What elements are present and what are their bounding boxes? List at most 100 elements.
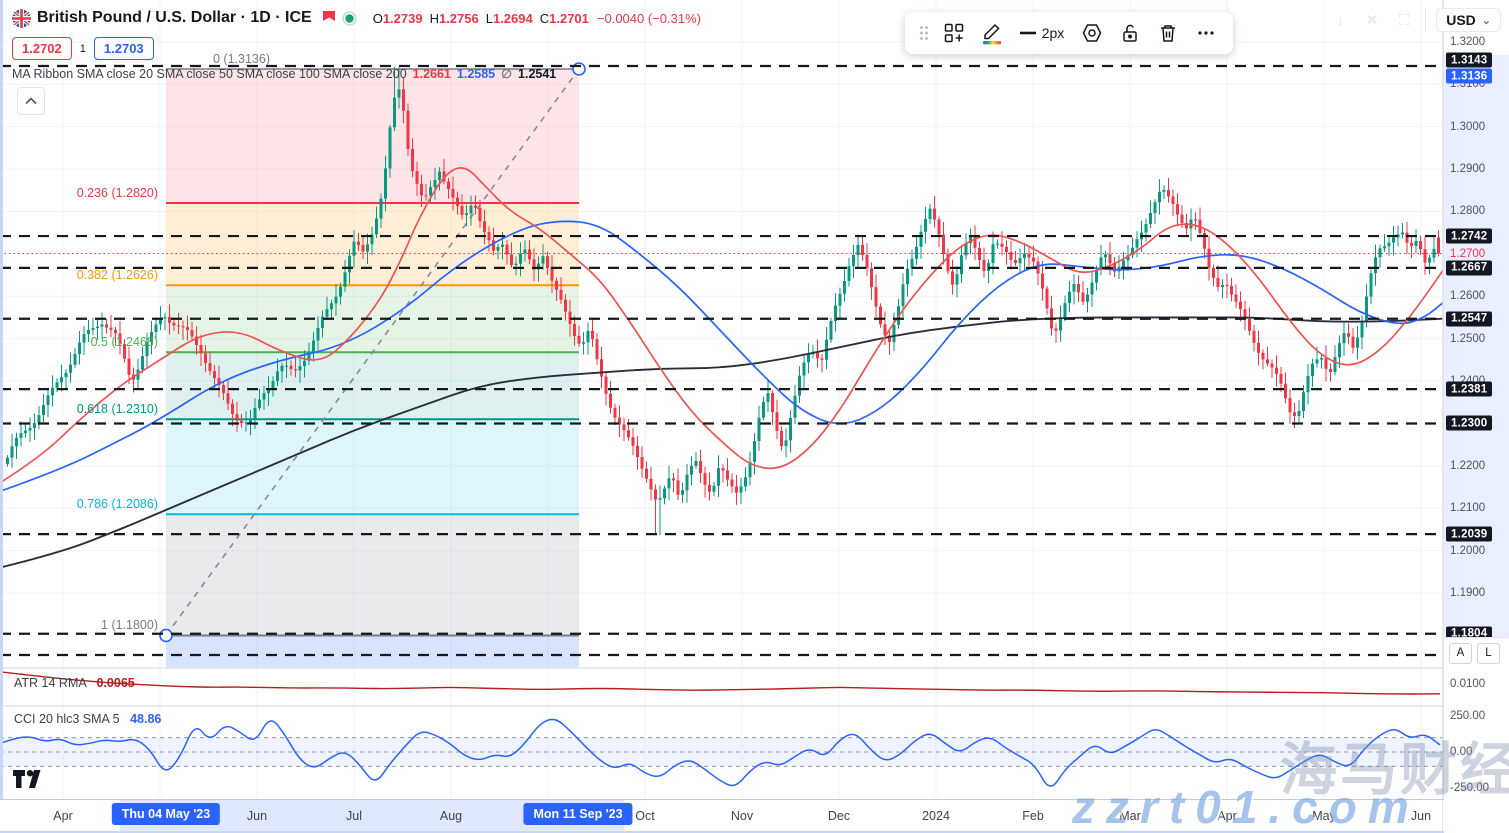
change-value: −0.0040 (−0.31%): [597, 11, 701, 26]
pencil-color-icon: [981, 21, 1003, 45]
color-button[interactable]: [975, 16, 1009, 50]
cci-title: CCI 20 hlc3 SMA 5: [14, 712, 120, 726]
fib-level-label: 0.382 (1.2626): [8, 268, 158, 282]
currency-selector[interactable]: USD ⌄: [1436, 8, 1501, 32]
time-tick: Dec: [828, 809, 850, 823]
left-edge-strip: [0, 0, 3, 833]
time-tick: Jul: [346, 809, 362, 823]
spread-value: 1: [78, 43, 88, 55]
price-tick: 1.2200: [1450, 460, 1485, 472]
cci-legend[interactable]: CCI 20 hlc3 SMA 5 48.86: [14, 712, 161, 726]
collapse-icon[interactable]: ✕: [1361, 11, 1383, 29]
ellipsis-icon: [1197, 30, 1215, 36]
hexagon-settings-icon: [1081, 23, 1103, 43]
price-level-badge: 1.2667: [1446, 260, 1492, 275]
ohlc-values: O1.2739 H1.2756 L1.2694 C1.2701: [373, 11, 589, 26]
topright-controls: ↓ ✕ ⛶ USD ⌄: [1329, 8, 1501, 32]
ma-ribbon-title: MA Ribbon SMA close 20 SMA close 50 SMA …: [12, 67, 407, 81]
template-button[interactable]: [937, 16, 971, 50]
price-level-badge: 1.2742: [1446, 229, 1492, 244]
price-tick: 1.2800: [1450, 205, 1485, 217]
collapse-panel-button[interactable]: [17, 87, 45, 115]
ma-value: 1.2661: [413, 67, 451, 81]
watermark-site: zzrt01.com: [1072, 780, 1420, 833]
fib-level-label: 0.618 (1.2310): [8, 402, 158, 416]
price-tick: 1.2100: [1450, 502, 1485, 514]
chevron-down-icon: ⌄: [1482, 14, 1491, 27]
settings-button[interactable]: [1075, 16, 1109, 50]
atr-axis-tick: 0.0100: [1450, 678, 1485, 690]
symbol-row: British Pound / U.S. Dollar · 1D · ICE O…: [12, 6, 701, 30]
time-tick: Nov: [731, 809, 753, 823]
symbol-title[interactable]: British Pound / U.S. Dollar · 1D · ICE: [37, 9, 312, 27]
ohlc-item: L1.2694: [486, 11, 533, 26]
ma-ribbon-legend[interactable]: MA Ribbon SMA close 20 SMA close 50 SMA …: [12, 66, 701, 81]
auto-scale-button[interactable]: A: [1449, 643, 1472, 664]
ma-ribbon-values: 1.2661 1.2585 ∅ 1.2541: [407, 67, 557, 81]
fib-level-label: 0.786 (1.2086): [8, 497, 158, 511]
cci-axis-tick: 250.00: [1450, 710, 1485, 722]
chart-window: British Pound / U.S. Dollar · 1D · ICE O…: [0, 0, 1509, 833]
atr-legend[interactable]: ATR 14 RMA 0.0065: [14, 676, 135, 690]
ohlc-item: O1.2739: [373, 11, 423, 26]
atr-pane: [0, 672, 1440, 694]
log-scale-button[interactable]: L: [1477, 643, 1500, 664]
tradingview-logo[interactable]: [12, 769, 42, 789]
ohlc-item: H1.2756: [430, 11, 479, 26]
lock-button[interactable]: [1113, 16, 1147, 50]
chart-canvas[interactable]: [0, 0, 1509, 833]
market-status-dot-icon: [342, 11, 357, 26]
time-tick: Feb: [1022, 809, 1044, 823]
line-width-icon: [1020, 31, 1036, 35]
axis-mode-panel: A L: [1444, 637, 1509, 668]
price-tick: 1.3000: [1450, 121, 1485, 133]
ma-value: ∅: [501, 67, 512, 81]
time-tick: Jun: [247, 809, 267, 823]
atr-value: 0.0065: [97, 676, 135, 690]
quote-row: 1.2702 1 1.2703: [12, 37, 701, 60]
delete-button[interactable]: [1151, 16, 1185, 50]
price-level-badge: 1.3136: [1446, 69, 1492, 84]
ma-value: 1.2585: [457, 67, 495, 81]
line-width-label: 2px: [1042, 25, 1065, 41]
fib-level-label: 0.5 (1.2468): [8, 335, 158, 349]
chevron-up-icon: [25, 97, 37, 105]
more-button[interactable]: [1189, 16, 1223, 50]
time-tick: 2024: [922, 809, 950, 823]
time-tick: Apr: [53, 809, 72, 823]
fib-level-label: 0.236 (1.2820): [8, 186, 158, 200]
sell-button[interactable]: 1.2702: [12, 37, 72, 60]
download-icon[interactable]: ↓: [1329, 12, 1351, 29]
price-level-badge: 1.2039: [1446, 527, 1492, 542]
price-level-badge: 1.3143: [1446, 53, 1492, 68]
atr-title: ATR 14 RMA: [14, 676, 86, 690]
drawing-toolbar: 2px: [905, 12, 1233, 54]
fib-retracement: [166, 69, 579, 668]
price-level-badge: 1.2300: [1446, 416, 1492, 431]
divider: [1425, 9, 1426, 31]
price-axis[interactable]: 1.32001.31001.30001.29001.28001.27001.26…: [1444, 0, 1509, 833]
cci-value: 48.86: [130, 712, 161, 726]
gbp-flag-icon: [12, 9, 31, 28]
time-range-badge[interactable]: Mon 11 Sep '23: [523, 803, 632, 825]
price-tick: 1.2500: [1450, 333, 1485, 345]
price-tick: 1.2000: [1450, 545, 1485, 557]
chart-legend: British Pound / U.S. Dollar · 1D · ICE O…: [12, 6, 701, 81]
price-tick: 1.2600: [1450, 290, 1485, 302]
toolbar-drag-handle[interactable]: [915, 16, 933, 50]
price-tick: 1.2900: [1450, 163, 1485, 175]
line-width-button[interactable]: 2px: [1013, 16, 1071, 50]
ohlc-item: C1.2701: [540, 11, 589, 26]
trash-icon: [1159, 23, 1177, 43]
ma-value: 1.2541: [518, 67, 556, 81]
flag-bookmark-icon[interactable]: [322, 10, 336, 26]
layout-grid-plus-icon: [944, 23, 964, 43]
currency-label: USD: [1446, 12, 1476, 28]
time-range-badge[interactable]: Thu 04 May '23: [112, 803, 220, 825]
maximize-icon[interactable]: ⛶: [1393, 12, 1415, 29]
price-tick: 1.2700: [1450, 248, 1485, 260]
price-level-badge: 1.2381: [1446, 382, 1492, 397]
drag-dots-icon: [919, 25, 929, 41]
buy-button[interactable]: 1.2703: [94, 37, 154, 60]
time-tick: Oct: [635, 809, 654, 823]
